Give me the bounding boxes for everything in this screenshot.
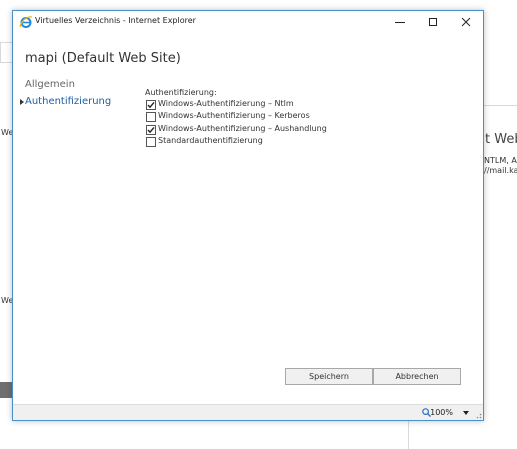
nav-item-allgemein[interactable]: Allgemein bbox=[25, 79, 75, 90]
background-divider bbox=[408, 421, 409, 449]
title-bar[interactable]: Virtuelles Verzeichnis - Internet Explor… bbox=[13, 11, 483, 33]
background-divider bbox=[0, 42, 1, 62]
checkbox-label: Windows-Authentifizierung – Aushandlung bbox=[158, 124, 327, 133]
checkbox-kerberos[interactable] bbox=[146, 112, 156, 122]
cancel-button[interactable]: Abbrechen bbox=[373, 368, 461, 385]
minimize-icon bbox=[395, 22, 405, 23]
page-title: mapi (Default Web Site) bbox=[25, 51, 181, 66]
checkmark-icon bbox=[147, 101, 155, 109]
screen: We We t Web S NTLM, Au //mail.kar Virtue… bbox=[0, 0, 517, 449]
background-right-line2: //mail.kar bbox=[484, 166, 517, 175]
checkbox-aushandlung[interactable] bbox=[146, 125, 156, 135]
background-divider bbox=[0, 42, 12, 43]
checkbox-standard[interactable] bbox=[146, 137, 156, 147]
background-right-title: t Web S bbox=[485, 132, 517, 147]
checkmark-icon bbox=[147, 126, 155, 134]
minimize-button[interactable] bbox=[384, 11, 417, 33]
checkbox-label: Standardauthentifizierung bbox=[158, 136, 263, 145]
status-bar: 100% bbox=[13, 404, 483, 420]
background-divider bbox=[0, 62, 12, 63]
section-label: Authentifizierung: bbox=[145, 88, 217, 97]
background-dark-strip bbox=[0, 382, 12, 398]
background-divider bbox=[484, 105, 517, 106]
zoom-level[interactable]: 100% bbox=[430, 408, 453, 417]
ie-dialog-window: Virtuelles Verzeichnis - Internet Explor… bbox=[12, 10, 484, 421]
background-right-line1: NTLM, Au bbox=[484, 156, 517, 165]
close-icon bbox=[461, 17, 471, 27]
maximize-button[interactable] bbox=[417, 11, 450, 33]
close-button[interactable] bbox=[450, 11, 483, 33]
window-title: Virtuelles Verzeichnis - Internet Explor… bbox=[35, 16, 196, 25]
checkbox-label: Windows-Authentifizierung – Kerberos bbox=[158, 111, 310, 120]
internet-explorer-icon bbox=[19, 16, 33, 28]
resize-grip-icon[interactable] bbox=[474, 411, 482, 419]
active-nav-arrow-icon bbox=[20, 99, 24, 105]
nav-item-authentifizierung[interactable]: Authentifizierung bbox=[25, 96, 111, 107]
maximize-icon bbox=[429, 18, 437, 26]
save-button[interactable]: Speichern bbox=[285, 368, 373, 385]
checkbox-ntlm[interactable] bbox=[146, 100, 156, 110]
checkbox-label: Windows-Authentifizierung – Ntlm bbox=[158, 99, 294, 108]
zoom-dropdown-icon[interactable] bbox=[463, 411, 469, 415]
